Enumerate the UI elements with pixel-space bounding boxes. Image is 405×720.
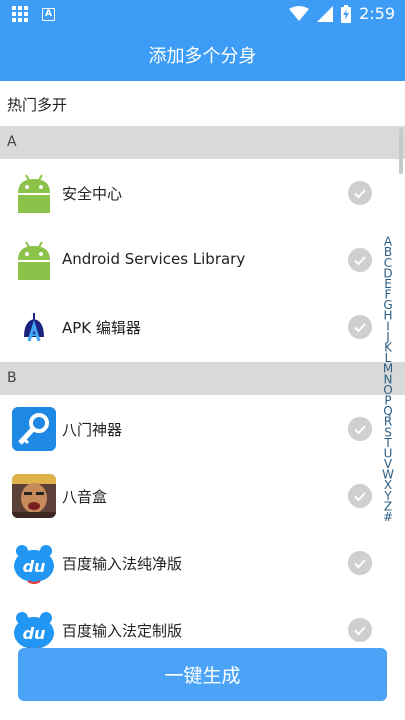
section-header-a: A: [0, 126, 405, 159]
a-icon: A: [42, 7, 55, 21]
key-icon: [12, 407, 56, 451]
app-row-music-box[interactable]: 八音盒: [0, 462, 405, 529]
alphabet-index-bar[interactable]: A B C D E F G H I J K L M N O P Q R S T U V W X Y Z #: [380, 236, 396, 522]
signal-icon: [317, 5, 334, 22]
section-letter: B: [7, 370, 17, 386]
grid-icon: [12, 6, 30, 22]
alphabet-index[interactable]: ABCDEFGHIJKLMNOPQRSTUVWXYZ#: [380, 236, 396, 522]
section-letter: A: [7, 134, 17, 150]
battery-charging-icon: [341, 4, 352, 23]
title-bar: 添加多个分身: [0, 28, 405, 81]
app-row-apk-editor[interactable]: APK 编辑器: [0, 293, 405, 360]
music-box-portrait-icon: [12, 474, 56, 518]
app-row-bamen-shenqi[interactable]: 八门神器: [0, 395, 405, 462]
generate-button[interactable]: 一键生成: [18, 648, 387, 701]
app-row-android-services-library[interactable]: Android Services Library: [0, 226, 405, 293]
app-name: 安全中心: [62, 185, 123, 203]
baidu-du-icon: du: [12, 608, 56, 652]
check-circle-icon[interactable]: [348, 551, 372, 575]
wifi-icon: [289, 5, 310, 21]
scrollbar-thumb[interactable]: [399, 128, 403, 174]
status-left-icons: A: [12, 6, 55, 22]
app-frame: A 2:59 添加多个分身 热门多开 A 安全中心 Android Servic…: [0, 0, 405, 720]
section-header-b: B: [0, 362, 405, 395]
apk-editor-icon: [12, 305, 56, 349]
android-robot-icon: [12, 171, 56, 215]
check-circle-icon[interactable]: [348, 618, 372, 642]
svg-text:du: du: [23, 624, 46, 643]
page-title: 添加多个分身: [148, 46, 257, 67]
status-right-icons: 2:59: [289, 4, 395, 23]
app-name: 八门神器: [62, 421, 123, 439]
app-row-baidu-ime-pure[interactable]: du 百度输入法纯净版: [0, 529, 405, 596]
hot-multi-open-label: 热门多开: [7, 96, 68, 114]
status-time: 2:59: [359, 4, 395, 23]
app-name: 百度输入法定制版: [62, 622, 183, 640]
check-circle-icon[interactable]: [348, 417, 372, 441]
app-name: 百度输入法纯净版: [62, 555, 183, 573]
check-circle-icon[interactable]: [348, 181, 372, 205]
index-letter[interactable]: #: [383, 510, 393, 522]
status-bar: A 2:59: [0, 0, 405, 28]
check-circle-icon[interactable]: [348, 248, 372, 272]
baidu-du-icon: du: [12, 541, 56, 585]
app-name: APK 编辑器: [62, 319, 141, 337]
android-robot-icon: [12, 238, 56, 282]
app-row-security-center[interactable]: 安全中心: [0, 159, 405, 226]
hot-multi-open-row[interactable]: 热门多开: [0, 81, 405, 126]
app-name: Android Services Library: [62, 250, 246, 268]
app-name: 八音盒: [62, 488, 108, 506]
check-circle-icon[interactable]: [348, 484, 372, 508]
check-circle-icon[interactable]: [348, 315, 372, 339]
svg-text:du: du: [23, 557, 46, 576]
